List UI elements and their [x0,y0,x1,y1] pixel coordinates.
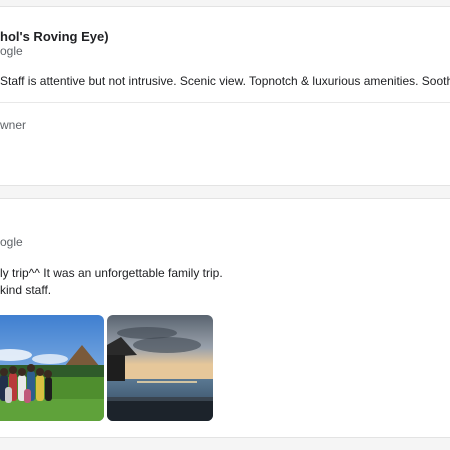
reviewer-name[interactable]: hol's Roving Eye) [0,29,109,44]
review-text-line: kind staff. [0,283,52,297]
review-source: ogle [0,235,23,249]
review-text: ly trip^^ It was an unforgettable family… [0,265,223,299]
sunset-photo-image [107,315,213,421]
review-photo-sunset[interactable] [107,315,213,421]
family-photo-image [0,315,104,421]
divider [0,102,450,103]
review-card: hol's Roving Eye) ogle Staff is attentiv… [0,6,450,186]
review-text-line: ly trip^^ It was an unforgettable family… [0,266,223,280]
review-photo-family[interactable] [0,315,104,421]
review-source: ogle [0,44,23,58]
owner-response-label: wner [0,118,27,132]
review-card: ogle ly trip^^ It was an unforgettable f… [0,198,450,438]
reviews-feed[interactable]: hol's Roving Eye) ogle Staff is attentiv… [0,0,450,450]
review-text: Staff is attentive but not intrusive. Sc… [0,74,450,88]
